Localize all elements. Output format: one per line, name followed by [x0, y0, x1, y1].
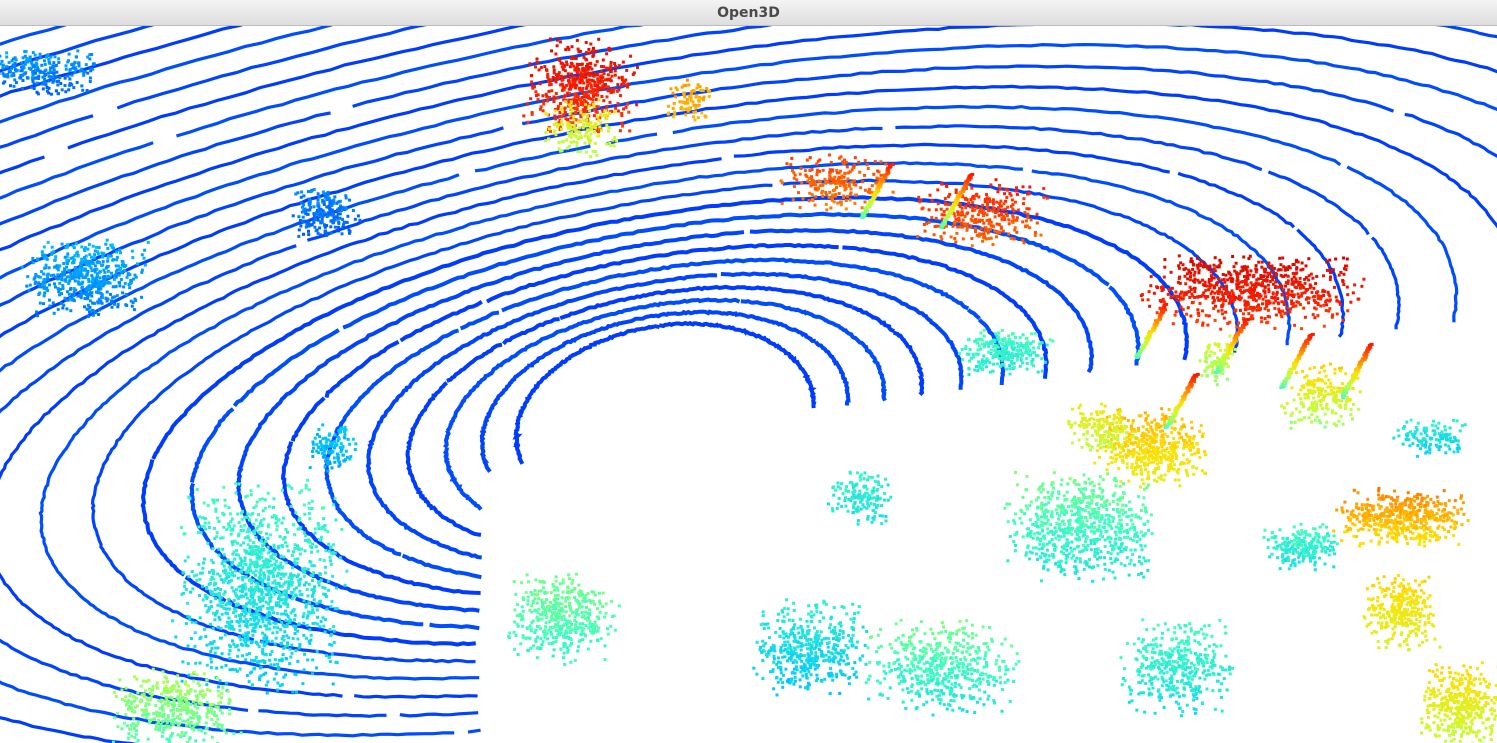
open3d-window: Open3D [0, 0, 1497, 743]
point-cloud-canvas[interactable] [0, 26, 1497, 743]
window-title: Open3D [717, 4, 780, 21]
3d-viewport[interactable] [0, 26, 1497, 743]
title-bar[interactable]: Open3D [0, 0, 1497, 26]
